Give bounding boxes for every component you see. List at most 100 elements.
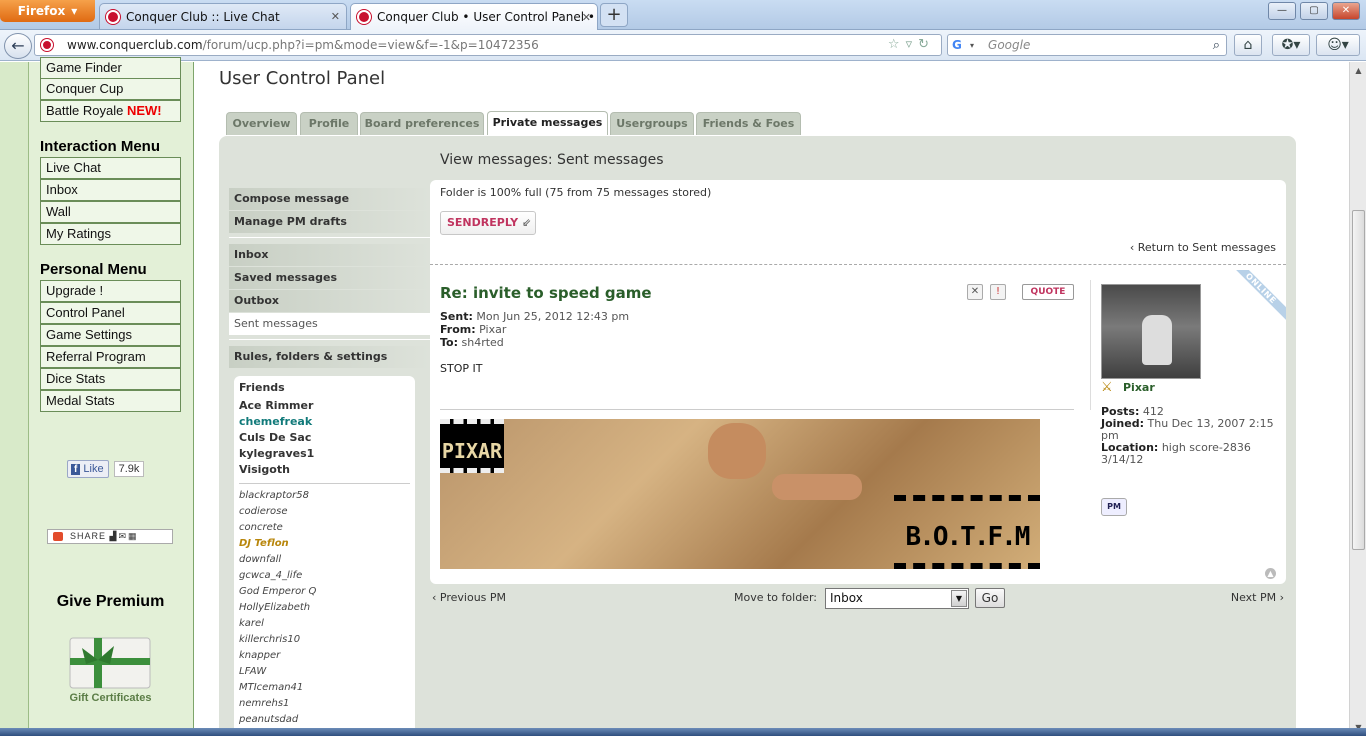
folder-select[interactable]: Inbox ▼ — [825, 588, 969, 609]
from-line: From: Pixar — [440, 323, 506, 336]
facebook-like-count: 7.9k — [114, 461, 144, 477]
friend-offline[interactable]: HollyElizabeth — [239, 600, 410, 616]
friend-offline[interactable]: killerchris10 — [239, 632, 410, 648]
sidebar-item-game-settings[interactable]: Game Settings — [40, 324, 181, 346]
search-engine-dropdown-icon[interactable]: ▾ — [970, 41, 974, 50]
bookmarks-icon[interactable]: ✪▾ — [1272, 34, 1310, 56]
addon-icon[interactable]: ☺▾ — [1316, 34, 1360, 56]
from-value[interactable]: Pixar — [479, 323, 506, 336]
bookmark-star-icon[interactable]: ☆ — [888, 37, 906, 52]
friend-online[interactable]: kylegraves1 — [239, 446, 410, 462]
tab-friends-foes[interactable]: Friends & Foes — [696, 112, 801, 135]
sidebar-item-my-ratings[interactable]: My Ratings — [40, 223, 181, 245]
sidebar-item-referral-program[interactable]: Referral Program — [40, 346, 181, 368]
pm-menu-rules[interactable]: Rules, folders & settings — [229, 346, 430, 368]
tab-profile[interactable]: Profile — [300, 112, 358, 135]
gift-card-icon[interactable] — [66, 632, 154, 692]
friend-offline[interactable]: DJ Teflon — [239, 536, 410, 552]
google-icon[interactable]: G — [952, 38, 970, 52]
pm-menu-outbox[interactable]: Outbox — [229, 290, 430, 312]
friend-offline[interactable]: nemrehs1 — [239, 696, 410, 712]
share-button[interactable]: SHARE ▟✉▦ — [47, 529, 173, 544]
sidebar-item-inbox[interactable]: Inbox — [40, 179, 181, 201]
quote-button[interactable]: QUOTE — [1022, 284, 1074, 300]
conquerclub-favicon-icon — [357, 10, 371, 24]
history-dropdown-icon[interactable]: ▿ — [906, 37, 919, 52]
return-to-sent-link[interactable]: ‹ Return to Sent messages — [1130, 241, 1276, 254]
tab-private-messages[interactable]: Private messages — [487, 111, 608, 135]
friend-offline[interactable]: concrete — [239, 520, 410, 536]
message-box: Folder is 100% full (75 from 75 messages… — [430, 180, 1286, 584]
send-reply-button[interactable]: SENDREPLY ⇙ — [440, 211, 536, 235]
friend-offline[interactable]: MTIceman41 — [239, 680, 410, 696]
new-badge: NEW! — [126, 103, 162, 118]
url-bar[interactable]: www.conquerclub.com/forum/ucp.php?i=pm&m… — [34, 34, 942, 56]
sent-value: Mon Jun 25, 2012 12:43 pm — [476, 310, 630, 323]
sidebar-item-wall[interactable]: Wall — [40, 201, 181, 223]
pm-menu-inbox[interactable]: Inbox — [229, 244, 430, 266]
sidebar-item-battle-royale[interactable]: Battle Royale NEW! — [40, 100, 181, 122]
previous-pm-link[interactable]: ‹ Previous PM — [432, 591, 506, 604]
friend-online[interactable]: chemefreak — [239, 414, 410, 430]
back-to-top-icon[interactable]: ▲ — [1265, 568, 1276, 579]
tab-user-control-panel[interactable]: Conquer Club • User Control Panel • ... … — [350, 3, 598, 30]
facebook-like-button[interactable]: f Like — [67, 460, 109, 478]
friend-offline[interactable]: God Emperor Q — [239, 584, 410, 600]
site-identity-icon[interactable] — [41, 39, 53, 51]
scrollbar-thumb[interactable] — [1352, 210, 1365, 550]
to-value[interactable]: sh4rted — [462, 336, 504, 349]
search-bar[interactable]: G ▾ Google ⌕ — [947, 34, 1227, 56]
go-button[interactable]: Go — [975, 588, 1005, 608]
pm-menu-sent[interactable]: Sent messages — [229, 313, 430, 335]
delete-icon[interactable]: ✕ — [967, 284, 983, 300]
maximize-button[interactable]: ▢ — [1300, 2, 1328, 20]
friend-online[interactable]: Visigoth — [239, 462, 410, 478]
url-bar-icons: ☆▿↻ — [888, 37, 935, 52]
report-icon[interactable]: ! — [990, 284, 1006, 300]
sidebar-item-conquer-cup[interactable]: Conquer Cup — [40, 78, 181, 100]
move-to-folder-label: Move to folder: — [734, 591, 817, 604]
avatar[interactable] — [1101, 284, 1201, 379]
back-arrow-icon[interactable]: ← — [4, 33, 32, 59]
firefox-menu-button[interactable]: Firefox ▾ — [0, 0, 95, 22]
pm-menu-saved[interactable]: Saved messages — [229, 267, 430, 289]
sidebar-item-dice-stats[interactable]: Dice Stats — [40, 368, 181, 390]
vertical-scrollbar[interactable]: ▲ ▼ — [1349, 62, 1366, 736]
divider — [229, 339, 430, 340]
page-title: User Control Panel — [219, 68, 386, 89]
new-tab-button[interactable]: + — [600, 3, 628, 27]
minimize-button[interactable]: — — [1268, 2, 1296, 20]
tab-overview[interactable]: Overview — [226, 112, 297, 135]
friend-offline[interactable]: gcwca_4_life — [239, 568, 410, 584]
close-tab-icon[interactable]: ✕ — [331, 10, 340, 23]
friend-offline[interactable]: knapper — [239, 648, 410, 664]
sidebar-item-upgrade[interactable]: Upgrade ! — [40, 280, 181, 302]
sidebar-item-live-chat[interactable]: Live Chat — [40, 157, 181, 179]
sidebar-item-game-finder[interactable]: Game Finder — [40, 57, 181, 79]
reload-icon[interactable]: ↻ — [918, 37, 935, 52]
friend-online[interactable]: Ace Rimmer — [239, 398, 410, 414]
tab-live-chat[interactable]: Conquer Club :: Live Chat ✕ — [99, 3, 347, 29]
search-icon[interactable]: ⌕ — [1213, 38, 1220, 53]
close-tab-icon[interactable]: ✕ — [582, 11, 591, 24]
sidebar-item-control-panel[interactable]: Control Panel — [40, 302, 181, 324]
home-icon[interactable]: ⌂ — [1234, 34, 1262, 56]
friend-offline[interactable]: blackraptor58 — [239, 488, 410, 504]
tab-board-preferences[interactable]: Board preferences — [360, 112, 484, 135]
friend-offline[interactable]: downfall — [239, 552, 410, 568]
tab-usergroups[interactable]: Usergroups — [610, 112, 694, 135]
next-pm-link[interactable]: Next PM › — [1231, 591, 1284, 604]
scroll-up-icon[interactable]: ▲ — [1350, 62, 1366, 79]
friend-offline[interactable]: LFAW — [239, 664, 410, 680]
friend-offline[interactable]: karel — [239, 616, 410, 632]
friend-offline[interactable]: codierose — [239, 504, 410, 520]
pm-menu-drafts[interactable]: Manage PM drafts — [229, 211, 430, 233]
sidebar-item-medal-stats[interactable]: Medal Stats — [40, 390, 181, 412]
send-pm-icon[interactable]: PM — [1101, 498, 1127, 516]
pm-menu-compose[interactable]: Compose message — [229, 188, 430, 210]
gift-certificates-link[interactable]: Gift Certificates — [28, 692, 193, 704]
friend-online[interactable]: Culs De Sac — [239, 430, 410, 446]
poster-name[interactable]: Pixar — [1123, 381, 1155, 394]
friend-offline[interactable]: peanutsdad — [239, 712, 410, 728]
close-window-button[interactable]: ✕ — [1332, 2, 1360, 20]
